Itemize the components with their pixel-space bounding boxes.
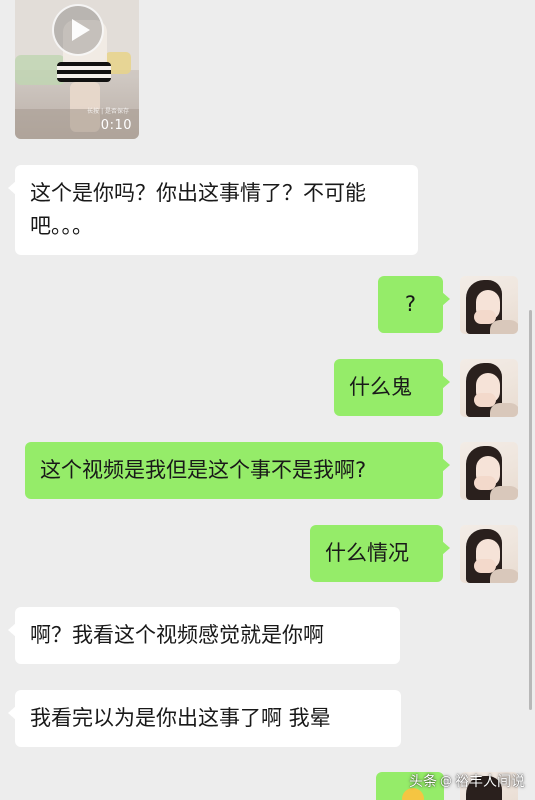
message-bubble-received[interactable]: 我看完以为是你出这事了啊 我晕 bbox=[8, 690, 401, 747]
video-thumbnail-skirt bbox=[57, 62, 111, 82]
message-text: 这个是你吗？你出这事情了？不可能吧。。。 bbox=[30, 181, 366, 238]
chat-view[interactable]: 长按 | 是否保存 0:10 这个是你吗？你出这事情了？不可能吧。。。 ? 什么… bbox=[0, 0, 535, 800]
video-caption: 长按 | 是否保存 bbox=[87, 108, 129, 115]
watermark-author: 裕丰人间说 bbox=[455, 774, 525, 790]
message-bubble-sent[interactable]: 什么情况 bbox=[310, 525, 450, 582]
avatar[interactable] bbox=[460, 442, 518, 500]
watermark-app: 头条 bbox=[409, 774, 437, 790]
avatar[interactable] bbox=[460, 276, 518, 334]
at-icon: @ bbox=[440, 774, 452, 788]
message-bubble-received[interactable]: 啊？我看这个视频感觉就是你啊 bbox=[8, 607, 400, 664]
message-bubble-sent[interactable]: 这个视频是我但是这个事不是我啊? bbox=[25, 442, 450, 499]
avatar[interactable] bbox=[460, 525, 518, 583]
video-message[interactable]: 长按 | 是否保存 0:10 bbox=[15, 0, 139, 139]
message-text: ? bbox=[404, 292, 417, 316]
message-text: 我看完以为是你出这事了啊 我晕 bbox=[30, 706, 331, 730]
message-text: 啊？我看这个视频感觉就是你啊 bbox=[30, 623, 324, 647]
watermark: 头条 @ 裕丰人间说 bbox=[409, 771, 525, 791]
message-text: 这个视频是我但是这个事不是我啊? bbox=[40, 458, 367, 482]
message-text: 什么情况 bbox=[325, 541, 409, 565]
message-bubble-sent[interactable]: ? bbox=[378, 276, 450, 333]
scrollbar[interactable] bbox=[529, 310, 532, 710]
message-bubble-received[interactable]: 这个是你吗？你出这事情了？不可能吧。。。 bbox=[8, 165, 418, 255]
video-duration: 0:10 bbox=[100, 118, 132, 133]
avatar[interactable] bbox=[460, 359, 518, 417]
message-bubble-sent[interactable]: 什么鬼 bbox=[334, 359, 450, 416]
message-text: 什么鬼 bbox=[349, 375, 412, 399]
play-icon[interactable] bbox=[52, 4, 104, 56]
